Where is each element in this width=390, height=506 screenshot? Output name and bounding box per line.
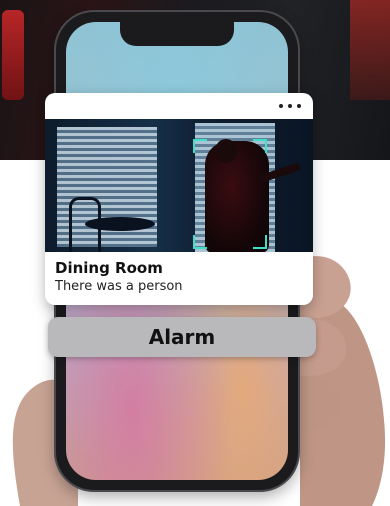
phone-notch — [120, 22, 234, 46]
background-red-light-right — [350, 0, 390, 100]
event-description: There was a person — [55, 279, 183, 294]
room-title: Dining Room — [55, 259, 163, 277]
camera-snapshot[interactable] — [45, 119, 313, 252]
notification-card[interactable]: Dining Room There was a person — [45, 93, 313, 305]
person-detection-box — [193, 139, 267, 249]
more-dot — [288, 104, 292, 108]
more-horizontal-icon[interactable] — [271, 101, 301, 111]
more-dot — [297, 104, 301, 108]
card-header — [45, 93, 313, 119]
alarm-button[interactable]: Alarm — [48, 317, 316, 357]
card-body: Dining Room There was a person — [55, 259, 305, 295]
background-red-light — [2, 10, 24, 100]
more-dot — [279, 104, 283, 108]
snapshot-table — [85, 217, 155, 231]
